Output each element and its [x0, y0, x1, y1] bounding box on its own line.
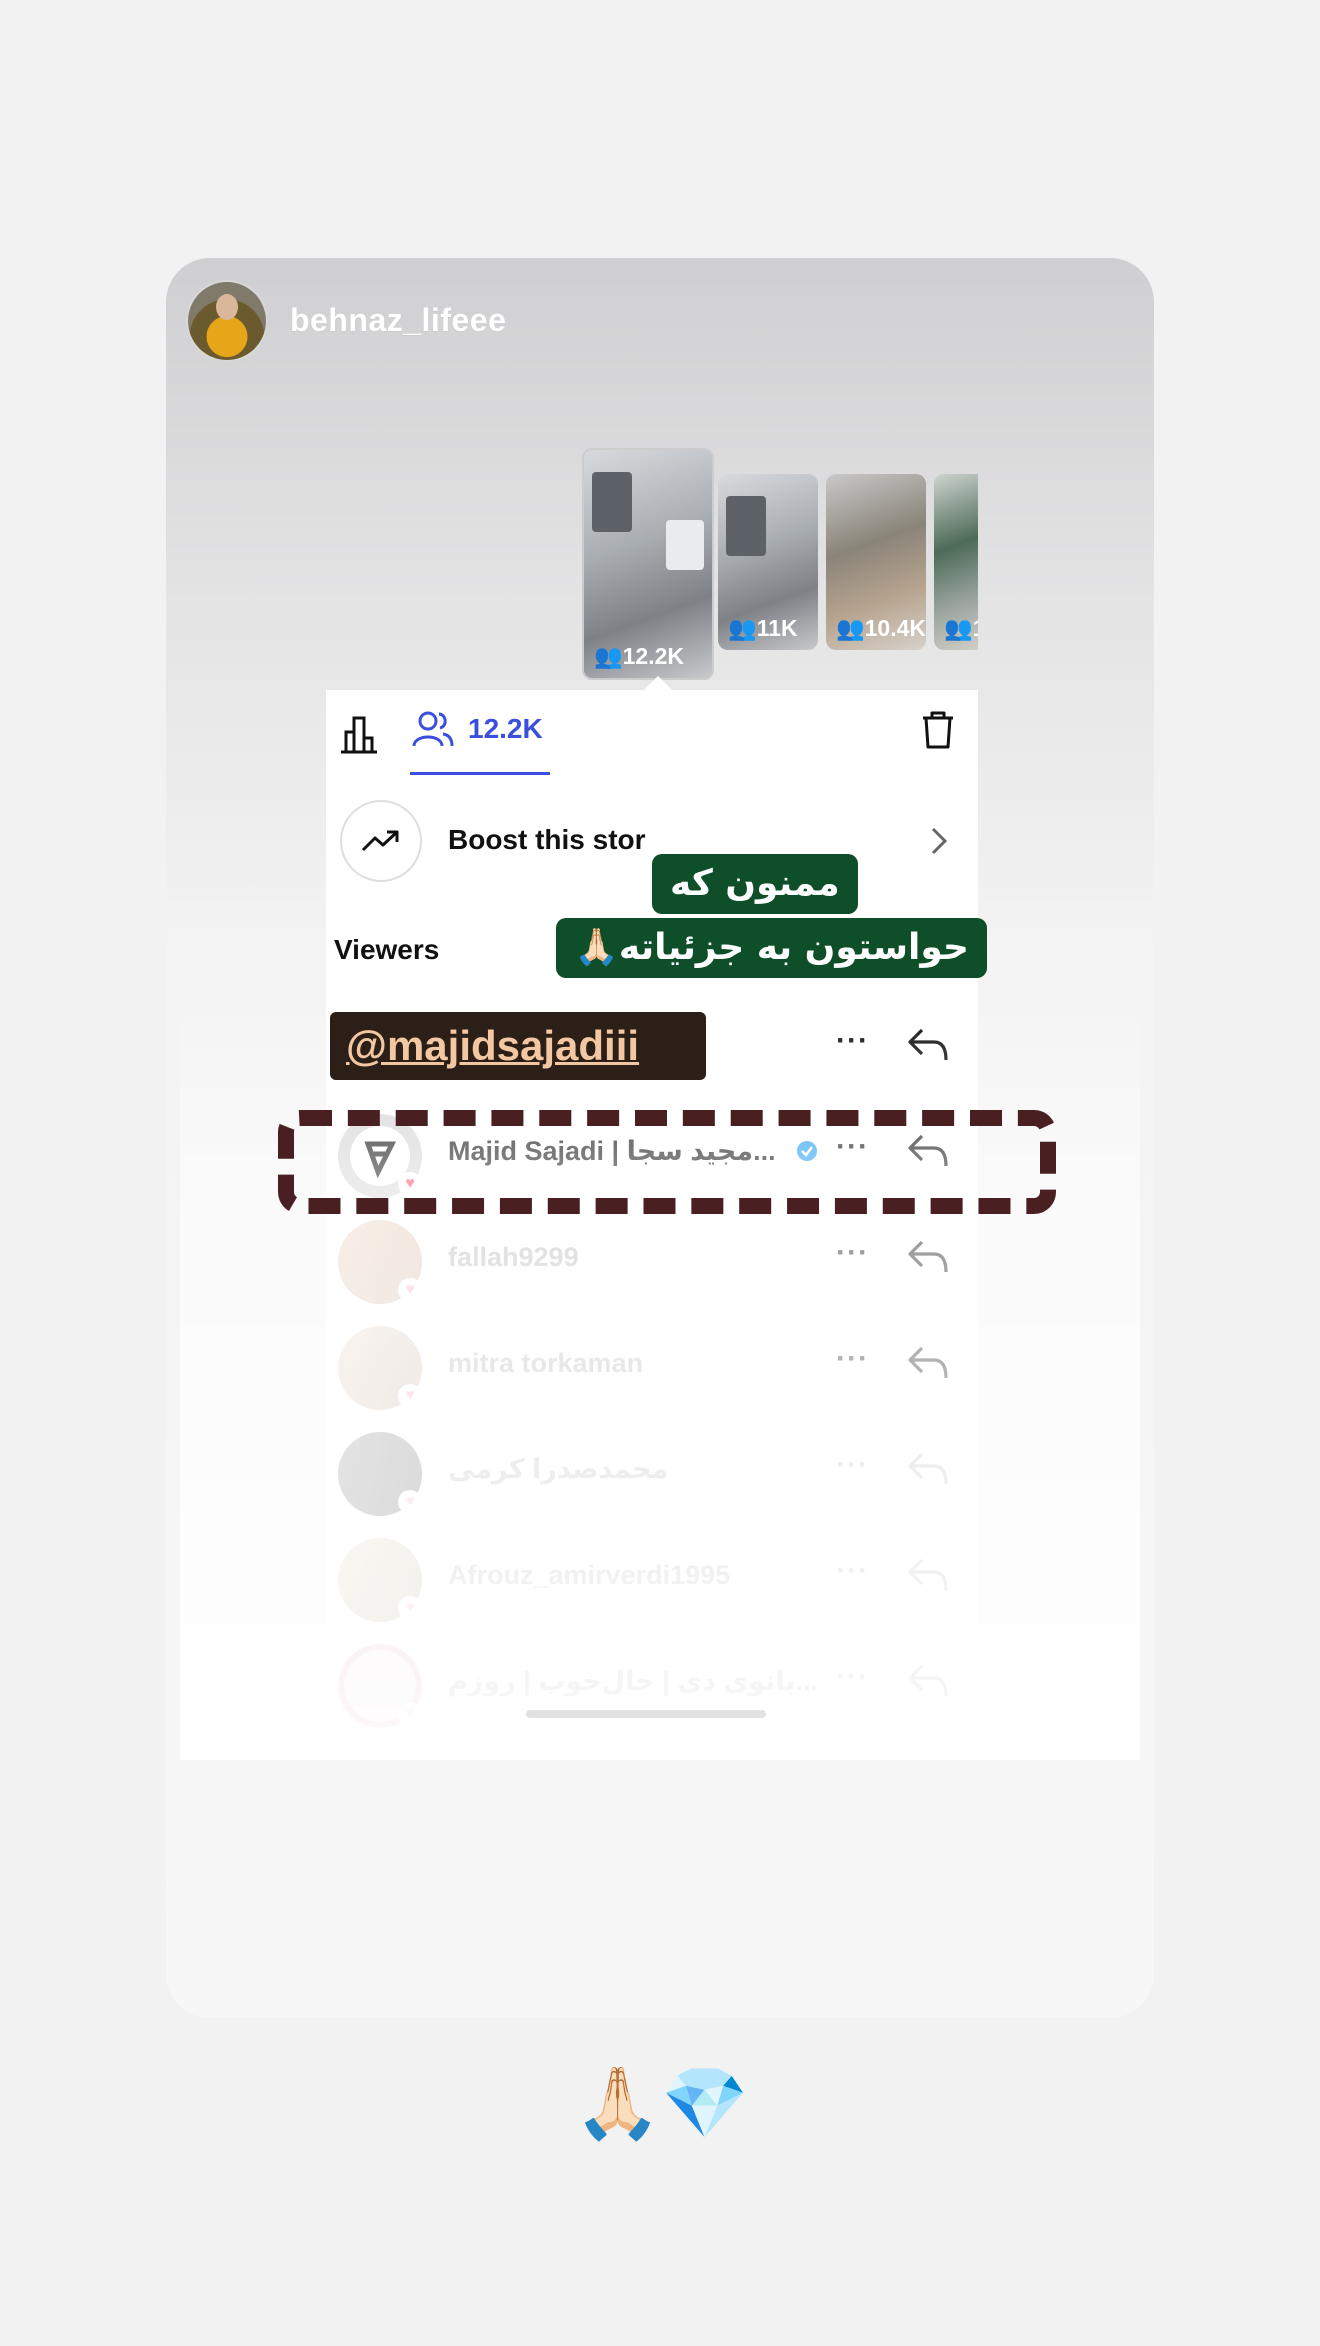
viewers-heading: Viewers — [334, 934, 440, 965]
more-options-button[interactable]: ··· — [836, 1236, 869, 1270]
chevron-right-icon — [930, 826, 948, 861]
heart-icon: ♥ — [398, 1702, 422, 1726]
reply-icon[interactable] — [906, 1238, 950, 1279]
story-thumbnail-3[interactable]: 👥10.4K — [826, 474, 926, 650]
story-thumbnails: 👥12.2K 👥11K 👥10.4K 👥1 — [326, 440, 978, 690]
viewer-username: Afrouz_amirverdi1995 — [448, 1560, 731, 1590]
more-options-button[interactable]: ··· — [836, 1660, 869, 1694]
viewer-row[interactable]: ♥ mitra torkaman ··· — [326, 1314, 978, 1420]
viewer-row[interactable]: ♥ بانوی دی | حال‌خوب | روزم... ··· — [326, 1632, 978, 1736]
viewer-row[interactable]: ♥ Afrouz_amirverdi1995 ··· — [326, 1526, 978, 1632]
reply-icon[interactable] — [906, 1450, 950, 1491]
reply-icon[interactable] — [906, 1344, 950, 1385]
viewers-tab[interactable]: 12.2K — [412, 710, 543, 748]
emoji-sticker: 🙏🏻💎 — [574, 2062, 749, 2144]
active-tab-indicator — [410, 772, 550, 775]
thumbnail-count: 11K — [756, 615, 798, 641]
story-thumbnail-4[interactable]: 👥1 — [934, 474, 978, 650]
people-icon — [412, 711, 454, 747]
viewers-icon: 👥 — [728, 615, 757, 641]
viewers-icon: 👥 — [836, 615, 865, 641]
story-thumbnail-2[interactable]: 👥11K — [718, 474, 818, 650]
owner-avatar[interactable] — [188, 282, 266, 360]
viewers-count: 12.2K — [468, 713, 543, 744]
mention-sticker[interactable]: @majidsajadiii — [330, 1012, 706, 1080]
owner-username[interactable]: behnaz_lifeee — [290, 302, 506, 339]
boost-label: Boost this stor — [448, 824, 646, 855]
viewer-username: بانوی دی | حال‌خوب | روزم... — [448, 1666, 819, 1696]
highlight-dashed-box — [278, 1110, 1056, 1214]
viewer-row[interactable]: ♥ محمدصدرا کرمی ··· — [326, 1420, 978, 1526]
viewers-icon: 👥 — [594, 643, 623, 669]
more-options-button[interactable]: ··· — [836, 1342, 869, 1376]
viewer-username: محمدصدرا کرمی — [448, 1454, 669, 1484]
bar-chart-icon[interactable] — [338, 714, 380, 759]
home-indicator — [526, 1710, 766, 1718]
thumbnail-count: 10.4K — [864, 615, 926, 641]
insights-toolbar: 12.2K — [326, 690, 978, 776]
story-thumbnail-1[interactable]: 👥12.2K — [582, 448, 714, 680]
more-options-button[interactable]: ··· — [836, 1024, 869, 1058]
viewer-row[interactable]: ♥ fallah9299 ··· — [326, 1208, 978, 1314]
viewer-username: mitra torkaman — [448, 1348, 644, 1378]
viewer-username: fallah9299 — [448, 1242, 579, 1272]
more-options-button[interactable]: ··· — [836, 1448, 869, 1482]
reply-icon[interactable] — [906, 1662, 950, 1703]
text-sticker-line2: حواستون به جزئیاته🙏🏻 — [556, 918, 987, 978]
thumbnail-count: 12.2K — [622, 643, 685, 669]
heart-icon: ♥ — [398, 1278, 422, 1302]
heart-icon: ♥ — [398, 1384, 422, 1408]
thumbnail-count: 1 — [973, 615, 978, 641]
more-options-button[interactable]: ··· — [836, 1554, 869, 1588]
text-sticker-line1: ممنون که — [652, 854, 858, 914]
trending-up-icon — [361, 830, 399, 852]
heart-icon: ♥ — [398, 1596, 422, 1620]
boost-circle — [340, 800, 422, 882]
trash-icon[interactable] — [920, 710, 956, 755]
thumbnail-pointer — [644, 676, 672, 690]
viewers-icon: 👥 — [944, 615, 973, 641]
reply-icon[interactable] — [906, 1026, 950, 1067]
heart-icon: ♥ — [398, 1490, 422, 1514]
insights-screenshot: 👥12.2K 👥11K 👥10.4K 👥1 12.2K — [326, 440, 978, 1736]
reply-icon[interactable] — [906, 1556, 950, 1597]
